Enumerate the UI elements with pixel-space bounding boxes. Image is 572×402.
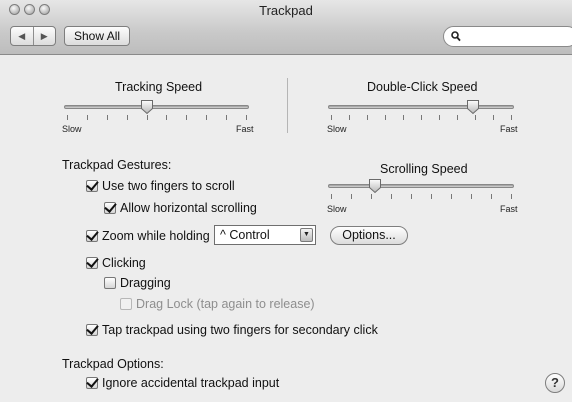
slider-tick — [126, 115, 128, 120]
show-all-button[interactable]: Show All — [64, 26, 131, 46]
dragging-checkbox[interactable] — [104, 277, 116, 289]
horizontal-scrolling-checkbox[interactable] — [104, 202, 116, 214]
drag-lock-label: Drag Lock (tap again to release) — [136, 297, 315, 311]
zoom-modifier-value: ^ Control — [220, 228, 270, 242]
slider-tick — [206, 115, 208, 120]
ignore-accidental-checkbox[interactable] — [86, 377, 98, 389]
slider-track[interactable] — [328, 105, 514, 109]
trackpad-preferences-window: Trackpad ◀ ▶ Show All Tracking Speed Slo… — [0, 0, 572, 402]
slider-tick — [475, 115, 476, 120]
clicking-checkbox-row[interactable]: Clicking — [86, 256, 146, 270]
slider-tick — [439, 115, 440, 120]
slider-tick — [226, 115, 228, 120]
search-input[interactable] — [464, 28, 568, 46]
slider-tick — [385, 115, 386, 120]
slider-tick — [511, 115, 512, 120]
slider-tick — [511, 194, 512, 199]
two-fingers-scroll-label: Use two fingers to scroll — [102, 179, 235, 193]
back-icon[interactable]: ◀ — [11, 27, 33, 45]
slider-tick — [431, 194, 432, 199]
slider-tick — [246, 115, 247, 120]
two-fingers-scroll-checkbox-row[interactable]: Use two fingers to scroll — [86, 179, 235, 193]
section-divider — [287, 78, 288, 133]
slider-tick — [166, 115, 168, 120]
slider-track[interactable] — [64, 105, 249, 109]
slider-tick — [491, 194, 492, 199]
slider-tick — [403, 115, 404, 120]
back-forward-control: ◀ ▶ — [10, 26, 56, 46]
tracking-speed-label: Tracking Speed — [115, 80, 203, 94]
slider-tick — [451, 194, 452, 199]
ignore-accidental-checkbox-row[interactable]: Ignore accidental trackpad input — [86, 376, 279, 390]
slider-tick — [411, 194, 412, 199]
scrolling-speed-label: Scrolling Speed — [380, 162, 468, 176]
slider-tick — [146, 115, 148, 120]
slider-knob[interactable] — [368, 178, 382, 194]
slider-tick — [421, 115, 422, 120]
secondary-click-label: Tap trackpad using two fingers for secon… — [102, 323, 378, 337]
slider-tick — [367, 115, 368, 120]
tracking-slow-label: Slow — [62, 124, 82, 134]
search-field[interactable] — [443, 26, 572, 47]
slider-tick — [471, 194, 472, 199]
secondary-click-checkbox[interactable] — [86, 324, 98, 336]
chevron-down-icon: ▼ — [300, 228, 313, 242]
zoom-options-button[interactable]: Options... — [330, 226, 408, 245]
slider-knob[interactable] — [466, 99, 480, 115]
double-click-speed-label: Double-Click Speed — [367, 80, 478, 94]
clicking-label: Clicking — [102, 256, 146, 270]
slider-tick — [349, 115, 350, 120]
tracking-fast-label: Fast — [236, 124, 254, 134]
forward-icon[interactable]: ▶ — [32, 27, 56, 45]
dragging-checkbox-row[interactable]: Dragging — [104, 276, 171, 290]
zoom-while-holding-checkbox-row[interactable]: Zoom while holding — [86, 229, 210, 243]
horizontal-scrolling-label: Allow horizontal scrolling — [120, 201, 257, 215]
scrolling-fast-label: Fast — [500, 204, 518, 214]
slider-tick — [351, 194, 352, 199]
help-icon[interactable]: ? — [545, 373, 565, 393]
trackpad-gestures-heading: Trackpad Gestures: — [62, 158, 172, 172]
slider-tick — [391, 194, 392, 199]
slider-tick — [67, 115, 68, 120]
slider-tick — [331, 194, 332, 199]
window-title: Trackpad — [259, 3, 313, 18]
slider-tick — [493, 115, 494, 120]
zoom-modifier-popup[interactable]: ^ Control ▼ — [214, 225, 316, 245]
drag-lock-checkbox — [120, 298, 132, 310]
scrolling-slow-label: Slow — [327, 204, 347, 214]
slider-tick — [371, 194, 372, 199]
search-icon — [451, 31, 461, 42]
slider-tick — [331, 115, 332, 120]
trackpad-options-heading: Trackpad Options: — [62, 357, 164, 371]
toolbar: Trackpad ◀ ▶ Show All — [0, 0, 572, 55]
zoom-while-holding-label: Zoom while holding — [102, 229, 210, 243]
slider-tick — [106, 115, 108, 120]
dragging-label: Dragging — [120, 276, 171, 290]
slider-track[interactable] — [328, 184, 514, 188]
double-click-slow-label: Slow — [327, 124, 347, 134]
slider-tick — [86, 115, 88, 120]
slider-tick — [457, 115, 458, 120]
zoom-while-holding-checkbox[interactable] — [86, 230, 98, 242]
double-click-fast-label: Fast — [500, 124, 518, 134]
secondary-click-checkbox-row[interactable]: Tap trackpad using two fingers for secon… — [86, 323, 378, 337]
horizontal-scrolling-checkbox-row[interactable]: Allow horizontal scrolling — [104, 201, 257, 215]
ignore-accidental-label: Ignore accidental trackpad input — [102, 376, 280, 390]
two-fingers-scroll-checkbox[interactable] — [86, 180, 98, 192]
slider-knob[interactable] — [140, 99, 154, 115]
clicking-checkbox[interactable] — [86, 257, 98, 269]
slider-tick — [186, 115, 188, 120]
drag-lock-checkbox-row: Drag Lock (tap again to release) — [120, 297, 315, 311]
